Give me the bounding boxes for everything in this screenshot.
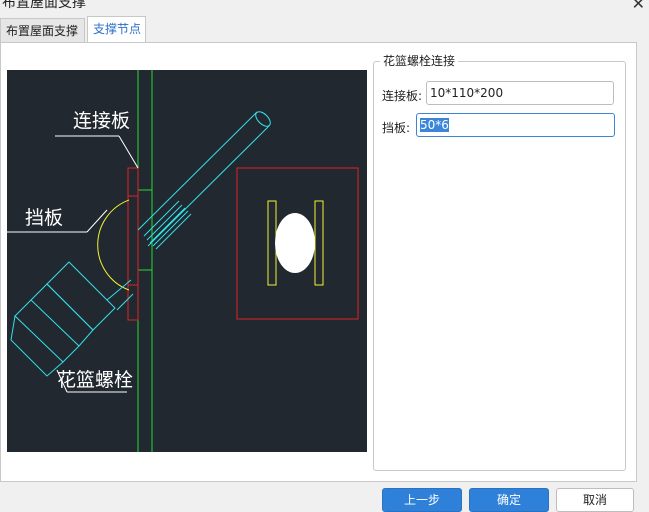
- turnbuckle-body-shape: [10, 261, 134, 377]
- title-bar: 布置屋面支撑 ✕: [0, 0, 649, 14]
- cancel-button[interactable]: 取消: [556, 488, 634, 512]
- detail-bolt-hole: [275, 213, 315, 273]
- tab-bracing-node[interactable]: 支撑节点: [87, 16, 146, 43]
- baffle-label: 挡板:: [382, 121, 411, 135]
- window-title: 布置屋面支撑: [2, 0, 86, 11]
- rod-shape: [137, 111, 271, 250]
- node-drawing: 连接板 挡板 花篮螺栓: [7, 70, 367, 452]
- detail-plate-right: [314, 200, 324, 286]
- baffle-input-selection: 50*6: [420, 118, 449, 132]
- label-baffle: 挡板: [25, 207, 63, 229]
- close-icon[interactable]: ✕: [632, 0, 645, 13]
- connector-plate-label: 连接板:: [382, 89, 423, 103]
- baffle-input[interactable]: 50*6: [416, 113, 615, 137]
- connector-plate-input[interactable]: 10*110*200: [426, 81, 614, 105]
- detail-plate-left: [267, 200, 277, 286]
- group-title: 花篮螺栓连接: [380, 52, 459, 69]
- baffle-arc: [97, 199, 130, 291]
- prev-step-button[interactable]: 上一步: [382, 488, 462, 512]
- label-turnbuckle-bolt: 花篮螺栓: [57, 369, 133, 391]
- label-connector-plate: 连接板: [73, 110, 130, 132]
- tab-roof-bracing[interactable]: 布置屋面支撑: [0, 18, 85, 43]
- ok-button[interactable]: 确定: [469, 488, 549, 512]
